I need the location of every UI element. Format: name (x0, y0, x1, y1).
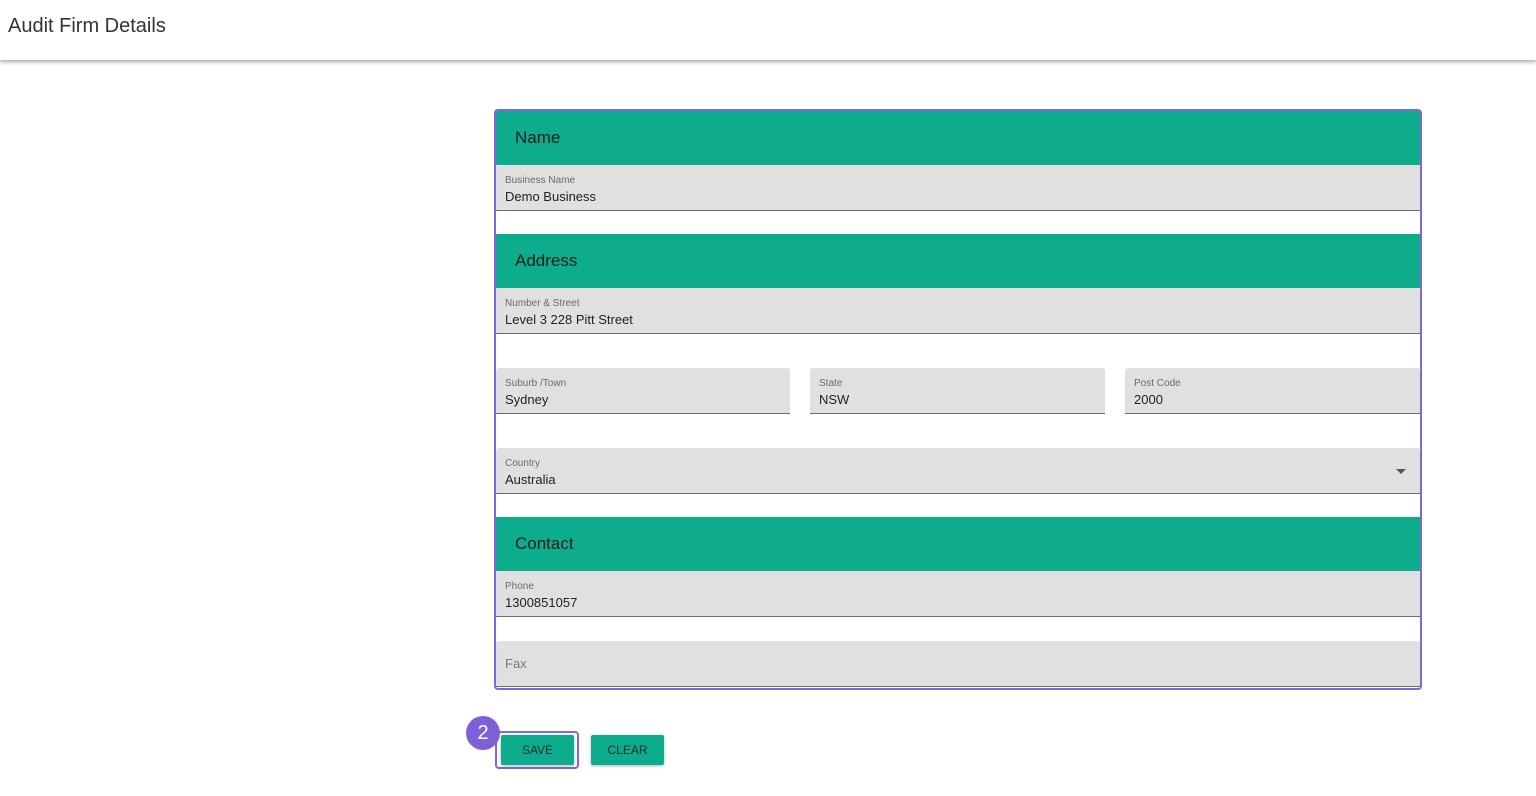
section-title-contact: Contact (515, 534, 574, 553)
state-label: State (819, 378, 843, 389)
business-name-field[interactable]: Business Name Demo Business (496, 165, 1420, 211)
suburb-label: Suburb /Town (505, 378, 567, 389)
street-field[interactable]: Number & Street Level 3 228 Pitt Street (496, 288, 1420, 334)
step-number-badge: 2 (466, 716, 500, 750)
country-label: Country (505, 458, 541, 469)
phone-label: Phone (505, 581, 534, 592)
fax-placeholder[interactable]: Fax (505, 656, 527, 671)
phone-field[interactable]: Phone 1300851057 (496, 571, 1420, 617)
section-header-contact: Contact (496, 517, 1420, 571)
street-value[interactable]: Level 3 228 Pitt Street (505, 312, 633, 327)
audit-firm-form: Name Business Name Demo Business Address… (494, 109, 1422, 690)
section-title-name: Name (515, 128, 561, 147)
postcode-field[interactable]: Post Code 2000 (1125, 368, 1420, 414)
clear-button[interactable]: CLEAR (591, 735, 664, 765)
street-label: Number & Street (505, 298, 580, 309)
state-field[interactable]: State NSW (810, 368, 1105, 414)
postcode-value[interactable]: 2000 (1134, 392, 1163, 407)
phone-value[interactable]: 1300851057 (505, 595, 577, 610)
chevron-down-icon[interactable] (1396, 469, 1406, 474)
postcode-label: Post Code (1134, 378, 1181, 389)
state-value[interactable]: NSW (819, 392, 849, 407)
section-title-address: Address (515, 251, 578, 270)
page-title: Audit Firm Details (8, 15, 166, 37)
suburb-field[interactable]: Suburb /Town Sydney (496, 368, 790, 414)
section-header-name: Name (496, 111, 1420, 165)
app-header: Audit Firm Details (0, 0, 1536, 60)
country-select[interactable]: Country Australia (496, 448, 1420, 494)
suburb-value[interactable]: Sydney (505, 392, 548, 407)
country-value[interactable]: Australia (505, 472, 556, 487)
fax-field[interactable]: Fax (496, 641, 1420, 687)
business-name-label: Business Name (505, 175, 576, 186)
section-header-address: Address (496, 234, 1420, 288)
save-button[interactable]: SAVE (501, 735, 574, 765)
business-name-value[interactable]: Demo Business (505, 189, 596, 204)
